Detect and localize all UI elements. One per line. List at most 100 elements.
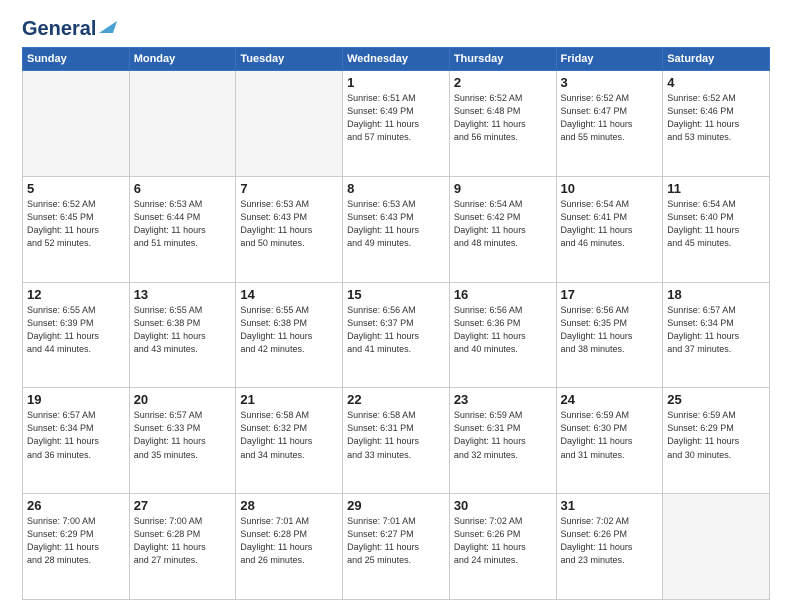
- day-info: Sunrise: 6:59 AM Sunset: 6:29 PM Dayligh…: [667, 409, 765, 461]
- day-cell: 15 Sunrise: 6:56 AM Sunset: 6:37 PM Dayli…: [343, 282, 450, 388]
- day-number: 25: [667, 392, 765, 407]
- day-info: Sunrise: 6:59 AM Sunset: 6:31 PM Dayligh…: [454, 409, 552, 461]
- day-cell: [129, 71, 236, 177]
- day-info: Sunrise: 6:58 AM Sunset: 6:32 PM Dayligh…: [240, 409, 338, 461]
- weekday-wednesday: Wednesday: [343, 48, 450, 71]
- day-info: Sunrise: 6:56 AM Sunset: 6:35 PM Dayligh…: [561, 304, 659, 356]
- day-cell: 8 Sunrise: 6:53 AM Sunset: 6:43 PM Daylig…: [343, 176, 450, 282]
- day-cell: 2 Sunrise: 6:52 AM Sunset: 6:48 PM Daylig…: [449, 71, 556, 177]
- day-number: 2: [454, 75, 552, 90]
- day-cell: 27 Sunrise: 7:00 AM Sunset: 6:28 PM Dayli…: [129, 494, 236, 600]
- day-info: Sunrise: 6:53 AM Sunset: 6:43 PM Dayligh…: [347, 198, 445, 250]
- day-cell: [236, 71, 343, 177]
- day-info: Sunrise: 6:54 AM Sunset: 6:41 PM Dayligh…: [561, 198, 659, 250]
- day-number: 21: [240, 392, 338, 407]
- day-cell: 11Sunrise: 6:54 AM Sunset: 6:40 PM Dayli…: [663, 176, 770, 282]
- logo-wing-icon: [99, 19, 117, 40]
- day-cell: 21 Sunrise: 6:58 AM Sunset: 6:32 PM Dayli…: [236, 388, 343, 494]
- weekday-header-row: SundayMondayTuesdayWednesdayThursdayFrid…: [23, 48, 770, 71]
- weekday-tuesday: Tuesday: [236, 48, 343, 71]
- day-cell: 28Sunrise: 7:01 AM Sunset: 6:28 PM Dayli…: [236, 494, 343, 600]
- day-info: Sunrise: 6:57 AM Sunset: 6:34 PM Dayligh…: [27, 409, 125, 461]
- day-info: Sunrise: 7:01 AM Sunset: 6:27 PM Dayligh…: [347, 515, 445, 567]
- day-cell: [663, 494, 770, 600]
- day-cell: 9Sunrise: 6:54 AM Sunset: 6:42 PM Daylig…: [449, 176, 556, 282]
- day-number: 15: [347, 287, 445, 302]
- day-number: 10: [561, 181, 659, 196]
- weekday-monday: Monday: [129, 48, 236, 71]
- day-cell: 17 Sunrise: 6:56 AM Sunset: 6:35 PM Dayli…: [556, 282, 663, 388]
- day-info: Sunrise: 6:59 AM Sunset: 6:30 PM Dayligh…: [561, 409, 659, 461]
- day-cell: 26Sunrise: 7:00 AM Sunset: 6:29 PM Dayli…: [23, 494, 130, 600]
- day-number: 31: [561, 498, 659, 513]
- day-info: Sunrise: 6:55 AM Sunset: 6:38 PM Dayligh…: [134, 304, 232, 356]
- logo: General: [22, 18, 117, 39]
- day-number: 30: [454, 498, 552, 513]
- calendar-table: SundayMondayTuesdayWednesdayThursdayFrid…: [22, 47, 770, 600]
- day-number: 7: [240, 181, 338, 196]
- day-number: 23: [454, 392, 552, 407]
- day-number: 9: [454, 181, 552, 196]
- day-number: 8: [347, 181, 445, 196]
- day-cell: 29 Sunrise: 7:01 AM Sunset: 6:27 PM Dayli…: [343, 494, 450, 600]
- day-info: Sunrise: 6:52 AM Sunset: 6:46 PM Dayligh…: [667, 92, 765, 144]
- page: General SundayMondayTuesdayWednesdayThur…: [0, 0, 792, 612]
- week-row-4: 19 Sunrise: 6:57 AM Sunset: 6:34 PM Dayli…: [23, 388, 770, 494]
- week-row-3: 12Sunrise: 6:55 AM Sunset: 6:39 PM Dayli…: [23, 282, 770, 388]
- day-cell: 14Sunrise: 6:55 AM Sunset: 6:38 PM Dayli…: [236, 282, 343, 388]
- day-number: 4: [667, 75, 765, 90]
- day-number: 1: [347, 75, 445, 90]
- header: General: [22, 18, 770, 39]
- day-cell: 1 Sunrise: 6:51 AM Sunset: 6:49 PM Daylig…: [343, 71, 450, 177]
- day-cell: 18 Sunrise: 6:57 AM Sunset: 6:34 PM Dayli…: [663, 282, 770, 388]
- day-info: Sunrise: 6:57 AM Sunset: 6:33 PM Dayligh…: [134, 409, 232, 461]
- day-number: 16: [454, 287, 552, 302]
- day-number: 13: [134, 287, 232, 302]
- day-cell: 6Sunrise: 6:53 AM Sunset: 6:44 PM Daylig…: [129, 176, 236, 282]
- day-info: Sunrise: 7:00 AM Sunset: 6:28 PM Dayligh…: [134, 515, 232, 567]
- day-cell: 22 Sunrise: 6:58 AM Sunset: 6:31 PM Dayli…: [343, 388, 450, 494]
- day-info: Sunrise: 6:55 AM Sunset: 6:39 PM Dayligh…: [27, 304, 125, 356]
- day-info: Sunrise: 6:51 AM Sunset: 6:49 PM Dayligh…: [347, 92, 445, 144]
- day-cell: 20Sunrise: 6:57 AM Sunset: 6:33 PM Dayli…: [129, 388, 236, 494]
- day-number: 18: [667, 287, 765, 302]
- day-info: Sunrise: 7:02 AM Sunset: 6:26 PM Dayligh…: [454, 515, 552, 567]
- day-cell: 25 Sunrise: 6:59 AM Sunset: 6:29 PM Dayli…: [663, 388, 770, 494]
- day-number: 14: [240, 287, 338, 302]
- day-number: 17: [561, 287, 659, 302]
- day-number: 3: [561, 75, 659, 90]
- day-number: 19: [27, 392, 125, 407]
- day-info: Sunrise: 6:56 AM Sunset: 6:37 PM Dayligh…: [347, 304, 445, 356]
- day-number: 5: [27, 181, 125, 196]
- day-cell: 4 Sunrise: 6:52 AM Sunset: 6:46 PM Daylig…: [663, 71, 770, 177]
- day-info: Sunrise: 6:52 AM Sunset: 6:48 PM Dayligh…: [454, 92, 552, 144]
- day-cell: 31 Sunrise: 7:02 AM Sunset: 6:26 PM Dayli…: [556, 494, 663, 600]
- weekday-thursday: Thursday: [449, 48, 556, 71]
- weekday-saturday: Saturday: [663, 48, 770, 71]
- day-cell: [23, 71, 130, 177]
- day-number: 29: [347, 498, 445, 513]
- day-number: 24: [561, 392, 659, 407]
- week-row-1: 1 Sunrise: 6:51 AM Sunset: 6:49 PM Daylig…: [23, 71, 770, 177]
- weekday-friday: Friday: [556, 48, 663, 71]
- day-info: Sunrise: 6:56 AM Sunset: 6:36 PM Dayligh…: [454, 304, 552, 356]
- day-info: Sunrise: 6:58 AM Sunset: 6:31 PM Dayligh…: [347, 409, 445, 461]
- logo-general: General: [22, 18, 96, 41]
- day-cell: 7Sunrise: 6:53 AM Sunset: 6:43 PM Daylig…: [236, 176, 343, 282]
- day-info: Sunrise: 6:53 AM Sunset: 6:44 PM Dayligh…: [134, 198, 232, 250]
- week-row-2: 5 Sunrise: 6:52 AM Sunset: 6:45 PM Daylig…: [23, 176, 770, 282]
- day-cell: 3 Sunrise: 6:52 AM Sunset: 6:47 PM Daylig…: [556, 71, 663, 177]
- day-info: Sunrise: 6:57 AM Sunset: 6:34 PM Dayligh…: [667, 304, 765, 356]
- day-info: Sunrise: 7:02 AM Sunset: 6:26 PM Dayligh…: [561, 515, 659, 567]
- day-cell: 19 Sunrise: 6:57 AM Sunset: 6:34 PM Dayli…: [23, 388, 130, 494]
- day-cell: 10 Sunrise: 6:54 AM Sunset: 6:41 PM Dayli…: [556, 176, 663, 282]
- day-cell: 12Sunrise: 6:55 AM Sunset: 6:39 PM Dayli…: [23, 282, 130, 388]
- day-info: Sunrise: 6:52 AM Sunset: 6:45 PM Dayligh…: [27, 198, 125, 250]
- day-cell: 13 Sunrise: 6:55 AM Sunset: 6:38 PM Dayli…: [129, 282, 236, 388]
- day-cell: 5 Sunrise: 6:52 AM Sunset: 6:45 PM Daylig…: [23, 176, 130, 282]
- day-info: Sunrise: 6:52 AM Sunset: 6:47 PM Dayligh…: [561, 92, 659, 144]
- day-number: 27: [134, 498, 232, 513]
- day-number: 28: [240, 498, 338, 513]
- day-number: 22: [347, 392, 445, 407]
- day-cell: 16 Sunrise: 6:56 AM Sunset: 6:36 PM Dayli…: [449, 282, 556, 388]
